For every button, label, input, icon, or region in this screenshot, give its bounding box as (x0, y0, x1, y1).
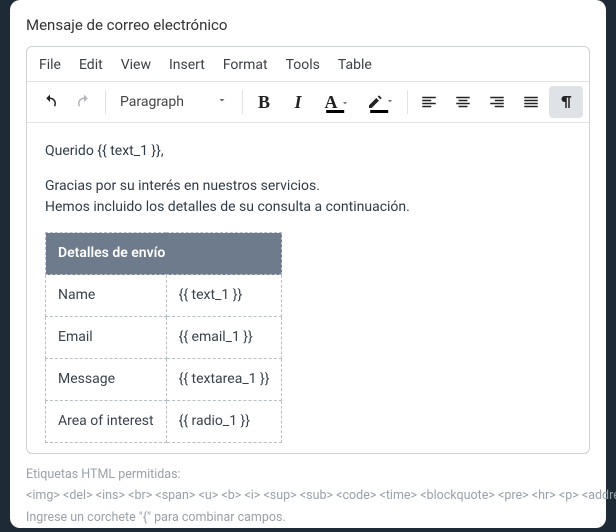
helper-text: Etiquetas HTML permitidas: <img> <del> <… (26, 464, 590, 528)
rich-text-editor: File Edit View Insert Format Tools Table… (26, 46, 590, 454)
bold-button[interactable]: B (247, 86, 281, 118)
bold-icon: B (258, 92, 270, 113)
toolbar: Paragraph B I A (27, 82, 589, 123)
align-center-button[interactable] (446, 86, 480, 118)
align-justify-button[interactable] (514, 86, 548, 118)
undo-button[interactable] (33, 86, 67, 118)
block-format-select[interactable]: Paragraph (110, 86, 238, 118)
allowed-tags-list: <img> <del> <ins> <br> <span> <u> <b> <i… (26, 488, 616, 503)
italic-icon: I (294, 92, 301, 113)
email-editor-panel: Mensaje de correo electrónico File Edit … (10, 0, 606, 528)
menu-insert[interactable]: Insert (169, 57, 205, 73)
body-paragraph: Gracias por su interés en nuestros servi… (45, 176, 571, 218)
align-left-button[interactable] (412, 86, 446, 118)
table-row: Name {{ text_1 }} (46, 275, 282, 317)
table-row: Area of interest {{ radio_1 }} (46, 401, 282, 443)
menu-file[interactable]: File (39, 57, 61, 73)
chevron-down-icon (385, 94, 395, 110)
chevron-down-icon (216, 94, 228, 110)
merge-hint: Ingrese un corchete "{" para combinar ca… (26, 510, 286, 525)
block-format-label: Paragraph (120, 94, 184, 110)
paragraph-mark-button[interactable] (549, 86, 583, 118)
align-right-button[interactable] (480, 86, 514, 118)
pilcrow-icon (557, 93, 575, 111)
panel-title: Mensaje de correo electrónico (26, 16, 590, 34)
undo-icon (41, 93, 59, 111)
menu-tools[interactable]: Tools (286, 57, 320, 73)
menubar: File Edit View Insert Format Tools Table (27, 47, 589, 82)
table-row: Message {{ textarea_1 }} (46, 359, 282, 401)
italic-button[interactable]: I (281, 86, 315, 118)
align-left-icon (420, 93, 438, 111)
align-right-icon (488, 93, 506, 111)
greeting-line: Querido {{ text_1 }}, (45, 141, 571, 162)
highlight-icon (367, 94, 383, 110)
menu-edit[interactable]: Edit (79, 57, 103, 73)
align-justify-icon (522, 93, 540, 111)
highlight-button[interactable] (359, 86, 403, 118)
redo-button[interactable] (67, 86, 101, 118)
textcolor-button[interactable]: A (315, 86, 359, 118)
align-center-icon (454, 93, 472, 111)
chevron-down-icon (340, 92, 350, 113)
menu-format[interactable]: Format (223, 57, 268, 73)
menu-table[interactable]: Table (338, 57, 372, 73)
table-header: Detalles de envío (46, 233, 282, 275)
shipping-details-table: Detalles de envío Name {{ text_1 }} Emai… (45, 232, 282, 443)
table-row: Email {{ email_1 }} (46, 317, 282, 359)
allowed-tags-label: Etiquetas HTML permitidas: (26, 467, 181, 482)
redo-icon (75, 93, 93, 111)
editor-content[interactable]: Querido {{ text_1 }}, Gracias por su int… (27, 123, 589, 453)
textcolor-icon: A (325, 92, 338, 113)
menu-view[interactable]: View (121, 57, 151, 73)
